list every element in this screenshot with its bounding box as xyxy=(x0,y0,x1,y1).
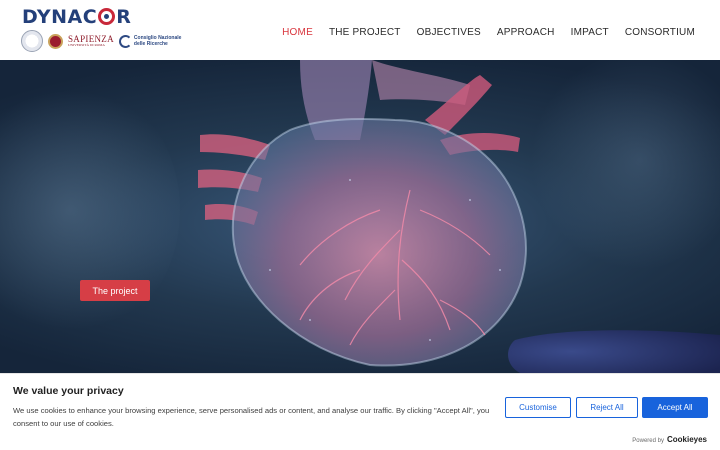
sapienza-seal-icon xyxy=(48,33,63,49)
cookie-description: We use cookies to enhance your browsing … xyxy=(13,406,490,428)
powered-by[interactable]: Powered by Cookieyes xyxy=(632,435,707,444)
nav-approach[interactable]: APPROACH xyxy=(497,27,555,38)
dynacor-logo[interactable]: DYNAC R xyxy=(22,6,131,28)
customise-button[interactable]: Customise xyxy=(505,397,571,418)
cookie-banner: We value your privacy We use cookies to … xyxy=(0,373,720,450)
partner-logos: SAPIENZA UNIVERSITÀ DI ROMA Consiglio Na… xyxy=(21,30,181,52)
heart-illustration xyxy=(198,60,720,373)
cookie-title: We value your privacy xyxy=(13,385,124,397)
nav-impact[interactable]: IMPACT xyxy=(571,27,609,38)
sapienza-logo: SAPIENZA UNIVERSITÀ DI ROMA xyxy=(68,34,114,48)
university-seal-icon xyxy=(21,30,43,52)
the-project-button[interactable]: The project xyxy=(80,280,150,301)
sapienza-subtitle: UNIVERSITÀ DI ROMA xyxy=(68,42,105,47)
nav-home[interactable]: HOME xyxy=(282,27,313,38)
cookieyes-brand: Cookieyes xyxy=(666,435,707,444)
hero-banner: The project xyxy=(0,60,720,373)
main-nav: HOME THE PROJECT OBJECTIVES APPROACH IMP… xyxy=(282,27,695,38)
accept-all-button[interactable]: Accept All xyxy=(642,397,708,418)
nav-objectives[interactable]: OBJECTIVES xyxy=(417,27,481,38)
glove-hand xyxy=(508,330,720,373)
nav-consortium[interactable]: CONSORTIUM xyxy=(625,27,695,38)
logo-text-start: DYNAC xyxy=(22,6,98,28)
reject-all-button[interactable]: Reject All xyxy=(576,397,638,418)
cnr-mark-icon xyxy=(118,34,132,48)
logo-text-end: R xyxy=(116,6,132,28)
logo-heart-o-icon xyxy=(98,8,116,25)
cnr-logo: Consiglio Nazionale delle Ricerche xyxy=(118,34,181,48)
cnr-line-2: delle Ricerche xyxy=(133,41,168,47)
site-header: DYNAC R SAPIENZA UNIVERSITÀ DI ROMA Consi… xyxy=(0,0,720,60)
logo-text: DYNAC R xyxy=(22,6,131,28)
nav-the-project[interactable]: THE PROJECT xyxy=(329,27,401,38)
powered-by-label: Powered by xyxy=(632,438,664,444)
